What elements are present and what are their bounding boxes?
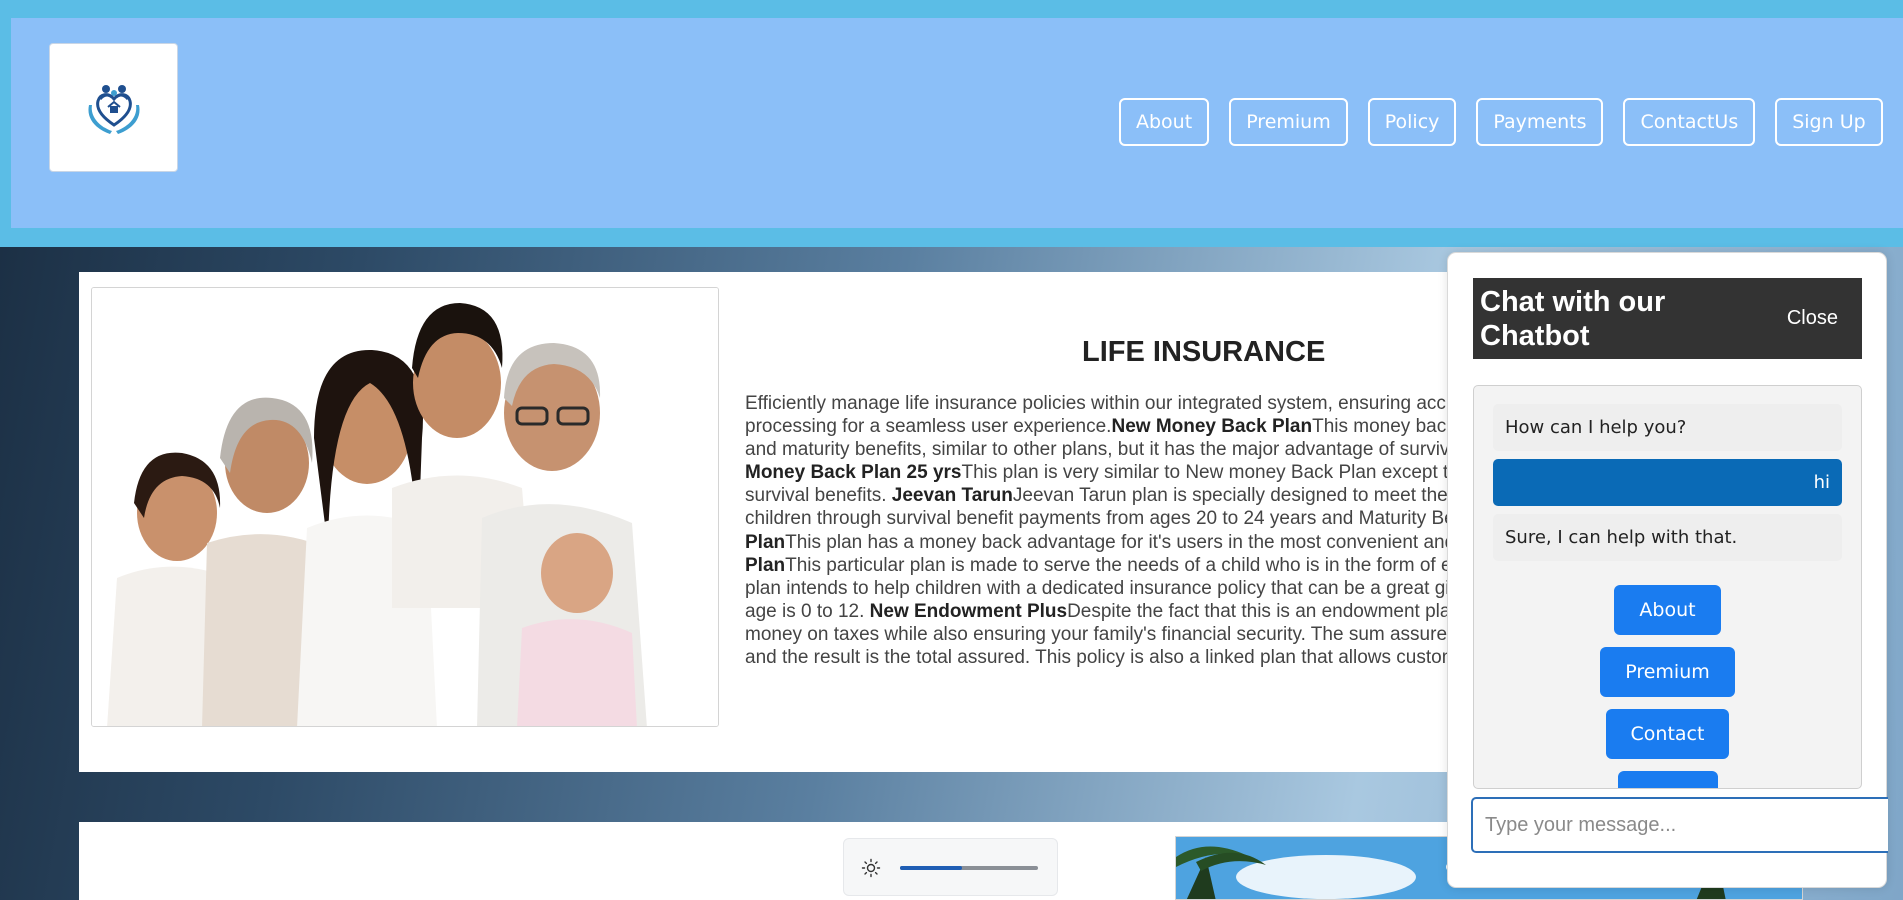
nav-policy-button[interactable]: Policy bbox=[1367, 98, 1457, 146]
logo[interactable] bbox=[49, 43, 178, 172]
chat-option-more-button[interactable] bbox=[1617, 771, 1718, 788]
brightness-control bbox=[843, 838, 1058, 896]
chat-message-input[interactable] bbox=[1471, 797, 1888, 853]
chatbot-close-button[interactable]: Close bbox=[1787, 307, 1838, 330]
nav-about-button[interactable]: About bbox=[1119, 98, 1210, 146]
nav-signup-button[interactable]: Sign Up bbox=[1775, 98, 1883, 146]
main-nav: About Premium Policy Payments ContactUs … bbox=[1119, 98, 1883, 146]
nav-contactus-button[interactable]: ContactUs bbox=[1623, 98, 1756, 146]
nav-payments-button[interactable]: Payments bbox=[1476, 98, 1604, 146]
chatbot-messages[interactable]: How can I help you? hi Sure, I can help … bbox=[1473, 385, 1862, 789]
card-description-clip: Efficiently manage life insurance polici… bbox=[745, 392, 1447, 740]
bot-message: Sure, I can help with that. bbox=[1493, 514, 1842, 561]
bot-message: How can I help you? bbox=[1493, 404, 1842, 451]
chat-option-premium-button[interactable]: Premium bbox=[1600, 647, 1735, 697]
para-3-bold: Jeevan Tarun bbox=[891, 485, 1013, 507]
chatbot-header: Chat with our Chatbot Close bbox=[1473, 278, 1862, 359]
card-description: Efficiently manage life insurance polici… bbox=[745, 392, 1447, 669]
chat-option-contact-button[interactable]: Contact bbox=[1605, 709, 1730, 759]
para-6-bold: New Endowment Plus bbox=[869, 600, 1068, 622]
para-1-bold: New Money Back Plan bbox=[1111, 416, 1313, 438]
chat-option-about-button[interactable]: About bbox=[1614, 585, 1721, 635]
user-message: hi bbox=[1493, 459, 1842, 506]
para-4-text: This plan has a money back advantage for… bbox=[785, 531, 1447, 553]
family-heart-hands-logo-icon bbox=[87, 84, 140, 134]
page-title: LIFE INSURANCE bbox=[1082, 336, 1326, 368]
chatbot-panel: Chat with our Chatbot Close How can I he… bbox=[1447, 252, 1888, 888]
chatbot-title: Chat with our Chatbot bbox=[1480, 285, 1666, 352]
family-photo bbox=[91, 287, 719, 727]
brightness-slider-fill bbox=[900, 866, 963, 870]
nav-premium-button[interactable]: Premium bbox=[1229, 98, 1348, 146]
family-photo-illustration bbox=[92, 288, 718, 726]
sun-icon bbox=[861, 858, 881, 878]
brightness-slider[interactable] bbox=[900, 866, 1038, 870]
chatbot-options: About Premium Contact bbox=[1493, 585, 1842, 788]
